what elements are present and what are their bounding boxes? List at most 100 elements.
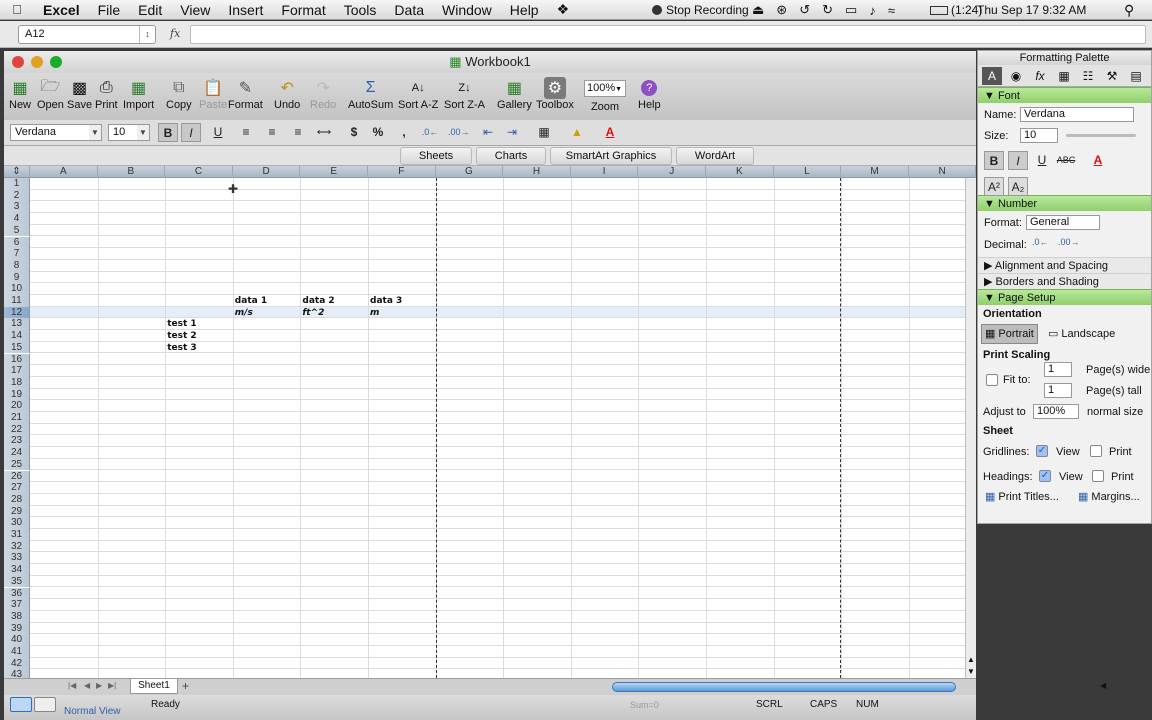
scrapbook-icon[interactable]: ▦	[1054, 67, 1074, 85]
align-right-icon[interactable]: ≡	[288, 123, 308, 142]
row-header[interactable]: 42	[4, 657, 30, 670]
gridlines-print-checkbox[interactable]	[1090, 445, 1102, 457]
scroll-left-icon[interactable]: ◀	[1100, 681, 1106, 690]
font-size-select[interactable]: 10 ▼	[108, 124, 150, 141]
sort-za-button[interactable]: Z↓ Sort Z-A	[444, 77, 485, 111]
row-header[interactable]: 33	[4, 552, 30, 565]
row-header[interactable]: 27	[4, 482, 30, 494]
percent-icon[interactable]: %	[368, 123, 388, 142]
increase-indent-icon[interactable]: ⇥	[502, 123, 522, 142]
cell-f12[interactable]: m	[368, 307, 436, 319]
row-header[interactable]: 38	[4, 610, 30, 623]
row-header[interactable]: 41	[4, 646, 30, 658]
menu-format[interactable]: Format	[272, 2, 334, 18]
row-header[interactable]: 36	[4, 587, 30, 600]
row-header[interactable]: 25	[4, 458, 30, 471]
menu-edit[interactable]: Edit	[129, 2, 171, 18]
row-header[interactable]: 23	[4, 435, 30, 448]
cell-d12[interactable]: m/s	[233, 307, 301, 319]
column-header-f[interactable]: F	[368, 166, 436, 178]
landscape-button[interactable]: ▭ Landscape	[1048, 324, 1115, 344]
wifi-icon[interactable]: ≈	[888, 3, 895, 18]
prev-sheet-icon[interactable]: ◀	[84, 681, 90, 690]
gallery-button[interactable]: ▦ Gallery	[497, 77, 532, 111]
next-sheet-icon[interactable]: ▶	[96, 681, 102, 690]
column-header-m[interactable]: M	[841, 166, 909, 178]
palette-underline-button[interactable]: U	[1032, 151, 1052, 170]
row-header[interactable]: 31	[4, 529, 30, 541]
palette-italic-button[interactable]: I	[1008, 151, 1028, 170]
projects-icon[interactable]: ▤	[1126, 67, 1146, 85]
column-header-k[interactable]: K	[706, 166, 774, 178]
fit-to-checkbox[interactable]	[986, 374, 998, 386]
object-palette-icon[interactable]: ◉	[1006, 67, 1026, 85]
menu-data[interactable]: Data	[385, 2, 433, 18]
row-header[interactable]: 24	[4, 447, 30, 459]
font-name-field[interactable]: Verdana	[1020, 107, 1134, 122]
print-button[interactable]: ⎙ Print	[95, 77, 118, 111]
portrait-button[interactable]: ▦ Portrait	[981, 324, 1038, 344]
adjust-percent-field[interactable]: 100%	[1033, 404, 1079, 419]
row-header[interactable]: 28	[4, 493, 30, 506]
italic-button[interactable]: I	[181, 123, 201, 142]
cell-e11[interactable]: data 2	[300, 295, 368, 307]
column-header-l[interactable]: L	[774, 166, 842, 178]
font-name-select[interactable]: Verdana ▼	[10, 124, 102, 141]
font-color-icon[interactable]: A	[600, 123, 620, 142]
row-header[interactable]: 14	[4, 330, 30, 342]
column-header-g[interactable]: G	[436, 166, 504, 178]
row-header[interactable]: 43	[4, 669, 30, 678]
tab-smartart[interactable]: SmartArt Graphics	[550, 147, 672, 165]
worksheet-grid[interactable]: ⇕ ABCDEFGHIJKLMN 1 2 3 4 5 6 7 8 9 10 11 data 1 data…	[4, 166, 976, 678]
merge-cells-icon[interactable]: ⟷	[314, 123, 334, 142]
format-button[interactable]: ✎ Format	[228, 77, 263, 111]
paste-button[interactable]: 📋 Paste	[199, 77, 227, 111]
cell-c14[interactable]: test 2	[165, 330, 233, 342]
row-header[interactable]: 17	[4, 365, 30, 377]
headings-print-checkbox[interactable]	[1092, 470, 1104, 482]
menu-view[interactable]: View	[171, 2, 219, 18]
row-header[interactable]: 37	[4, 599, 30, 611]
row-header[interactable]: 26	[4, 470, 30, 483]
number-format-select[interactable]: General	[1026, 215, 1100, 230]
margins-button[interactable]: ▦ Margins...	[1078, 487, 1140, 507]
page-setup-section-header[interactable]: ▼ Page Setup	[978, 289, 1151, 305]
open-button[interactable]: 🗁 Open	[37, 77, 64, 112]
number-section-header[interactable]: ▼ Number	[978, 195, 1151, 211]
row-header[interactable]: 3	[4, 201, 30, 214]
formula-builder-icon[interactable]: fx	[1030, 67, 1050, 85]
add-sheet-icon[interactable]: +	[182, 679, 189, 693]
row-header[interactable]: 12	[4, 306, 30, 319]
menu-file[interactable]: File	[89, 2, 130, 18]
currency-icon[interactable]: $	[344, 123, 364, 142]
row-header[interactable]: 32	[4, 540, 30, 553]
row-header[interactable]: 2	[4, 189, 30, 202]
scroll-up-icon[interactable]: ▲	[967, 655, 975, 664]
tab-wordart[interactable]: WordArt	[676, 147, 754, 165]
font-section-header[interactable]: ▼ Font	[978, 87, 1151, 103]
cell-d11[interactable]: data 1	[233, 295, 301, 307]
copy-button[interactable]: ⧉ Copy	[166, 77, 192, 111]
row-header[interactable]: 29	[4, 505, 30, 518]
row-header[interactable]: 1	[4, 178, 30, 190]
column-header-n[interactable]: N	[909, 166, 976, 178]
row-header[interactable]: 16	[4, 353, 30, 366]
decrease-decimal-icon[interactable]: .00→	[448, 123, 470, 142]
row-header[interactable]: 13	[4, 318, 30, 331]
name-box[interactable]: A12 ↕	[18, 25, 156, 44]
decrease-indent-icon[interactable]: ⇤	[478, 123, 498, 142]
align-left-icon[interactable]: ≡	[236, 123, 256, 142]
alignment-section-header[interactable]: ▶ Alignment and Spacing	[978, 257, 1151, 273]
align-center-icon[interactable]: ≡	[262, 123, 282, 142]
new-button[interactable]: ▦ New	[9, 77, 31, 111]
formula-input[interactable]	[190, 25, 1146, 44]
sheet-tab[interactable]: Sheet1	[130, 679, 178, 694]
pages-wide-field[interactable]: 1	[1044, 362, 1072, 377]
row-header[interactable]: 22	[4, 423, 30, 436]
row-header[interactable]: 9	[4, 271, 30, 284]
headings-view-checkbox[interactable]: ✓	[1039, 470, 1051, 482]
reference-tools-icon[interactable]: ☷	[1078, 67, 1098, 85]
script-menu-icon[interactable]: ❖	[548, 1, 579, 18]
name-box-stepper-icon[interactable]: ↕	[139, 26, 155, 43]
palette-font-color-icon[interactable]: A	[1088, 151, 1108, 170]
